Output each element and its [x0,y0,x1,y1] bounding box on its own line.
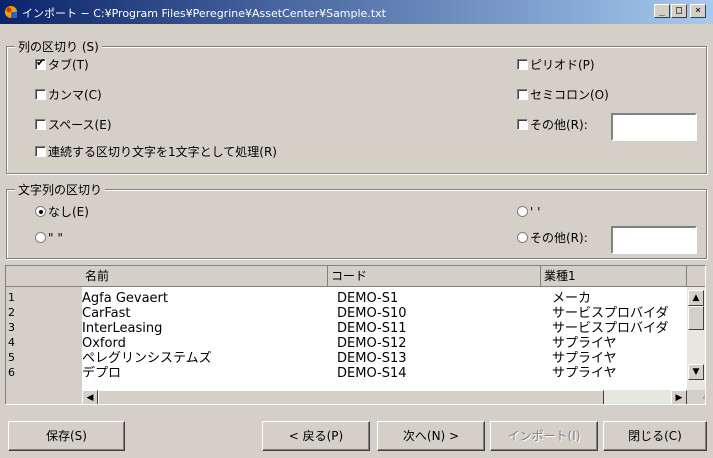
semicolon-checkbox-label: セミコロン(O) [530,88,609,102]
column-header-name[interactable]: 名前 [82,266,328,287]
header-filler [687,266,705,287]
consecutive-checkbox-box[interactable] [35,146,46,157]
comma-checkbox-box[interactable] [35,89,46,100]
double-quote-radio-label: " " [48,231,63,245]
other-delimiter-input[interactable] [611,226,697,254]
app-icon [5,6,17,18]
scroll-left-button[interactable]: ◀ [82,390,98,404]
tab-checkbox[interactable]: ✔ タブ(T) [35,57,89,73]
horizontal-scrollbar[interactable]: ◀ ▶ [82,390,687,404]
other-separator-checkbox-box[interactable] [517,119,528,130]
other-separator-label: その他(R): [530,118,588,132]
other-delimiter-radio[interactable]: その他(R): [517,230,588,246]
cell-name: CarFast [82,306,131,321]
other-separator-checkbox[interactable]: その他(R): [517,117,588,133]
cell-industry: サプライヤ [552,366,617,377]
string-delimiter-group: 文字列の区切り なし(E) " " ' ' その他(R): [6,181,707,259]
space-checkbox-label: スペース(E) [48,118,112,132]
check-icon: ✔ [36,56,46,69]
preview-grid[interactable]: 名前 コード 業種1 1 Agfa Gevaert DEMO-S1 メーカ 2 … [5,265,706,405]
close-button[interactable]: × [690,4,706,18]
scroll-up-button[interactable]: ▲ [688,290,704,306]
cell-industry: サービスプロバイダ [552,321,669,336]
cell-code: DEMO-S13 [337,351,407,366]
save-button[interactable]: 保存(S) [8,421,125,451]
cell-name: ペレグリンシステムズ [82,351,212,366]
cell-code: DEMO-S10 [337,306,407,321]
consecutive-delimiter-checkbox[interactable]: 連続する区切り文字を1文字として処理(R) [35,144,277,160]
double-quote-radio[interactable]: " " [35,230,63,246]
horizontal-scroll-thumb[interactable] [98,390,604,404]
tab-checkbox-label: タブ(T) [48,58,89,72]
column-separator-legend: 列の区切り (S) [15,38,102,55]
row-number: 6 [6,366,81,377]
row-number: 1 [6,291,81,306]
none-radio[interactable]: なし(E) [35,204,89,220]
tab-checkbox-box[interactable]: ✔ [35,56,46,70]
import-button[interactable]: インポート(I) [490,421,598,451]
cell-code: DEMO-S1 [337,291,399,306]
resize-grip-icon[interactable]: ⁄⁄ [687,390,705,404]
row-number: 4 [6,336,81,351]
column-header-industry[interactable]: 業種1 [541,266,687,287]
row-number: 2 [6,306,81,321]
none-radio-button[interactable] [35,206,46,217]
cell-name: InterLeasing [82,321,163,336]
maximize-button[interactable]: □ [671,4,687,18]
cell-code: DEMO-S11 [337,321,407,336]
cell-name: デプロ [82,366,122,377]
row-number: 5 [6,351,81,366]
single-quote-radio[interactable]: ' ' [517,204,540,220]
space-checkbox-box[interactable] [35,119,46,130]
period-checkbox[interactable]: ピリオド(P) [517,57,595,73]
consecutive-checkbox-label: 連続する区切り文字を1文字として処理(R) [48,145,277,159]
other-separator-input[interactable] [611,113,697,141]
space-checkbox[interactable]: スペース(E) [35,117,112,133]
other-delimiter-radio-label: その他(R): [530,231,588,245]
back-button[interactable]: < 戻る(P) [262,421,370,451]
next-button[interactable]: 次へ(N) > [377,421,485,451]
comma-checkbox[interactable]: カンマ(C) [35,87,102,103]
comma-checkbox-label: カンマ(C) [48,88,102,102]
none-radio-label: なし(E) [48,205,89,219]
period-checkbox-label: ピリオド(P) [530,58,595,72]
other-delimiter-radio-button[interactable] [517,232,528,243]
column-separator-group: 列の区切り (S) ✔ タブ(T) カンマ(C) スペース(E) 連続する区切り文… [6,38,707,174]
vertical-scroll-thumb[interactable] [688,306,704,330]
cell-industry: サプライヤ [552,351,617,366]
semicolon-checkbox-box[interactable] [517,89,528,100]
cell-code: DEMO-S14 [337,366,407,377]
string-delimiter-legend: 文字列の区切り [15,181,106,198]
single-quote-radio-label: ' ' [530,205,541,219]
close-dialog-button[interactable]: 閉じる(C) [603,421,707,451]
cell-name: Oxford [82,336,126,351]
cell-industry: サービスプロバイダ [552,306,669,321]
radio-selected-dot [39,210,43,214]
scroll-down-button[interactable]: ▼ [688,364,704,380]
title-bar: インポート − C:¥Program Files¥Peregrine¥Asset… [0,0,713,24]
cell-name: Agfa Gevaert [82,291,168,306]
minimize-button[interactable]: _ [654,4,670,18]
cell-code: DEMO-S12 [337,336,407,351]
window-title: インポート − C:¥Program Files¥Peregrine¥Asset… [22,7,386,20]
single-quote-radio-button[interactable] [517,206,528,217]
double-quote-radio-button[interactable] [35,232,46,243]
vertical-scrollbar[interactable]: ▲ ▼ [687,287,705,390]
semicolon-checkbox[interactable]: セミコロン(O) [517,87,609,103]
cell-industry: メーカ [552,291,592,306]
scrollbar-corner-left [6,390,82,404]
grid-corner [6,266,82,287]
period-checkbox-box[interactable] [517,59,528,70]
scroll-right-button[interactable]: ▶ [671,390,687,404]
cell-industry: サプライヤ [552,336,617,351]
row-number: 3 [6,321,81,336]
column-header-code[interactable]: コード [328,266,541,287]
